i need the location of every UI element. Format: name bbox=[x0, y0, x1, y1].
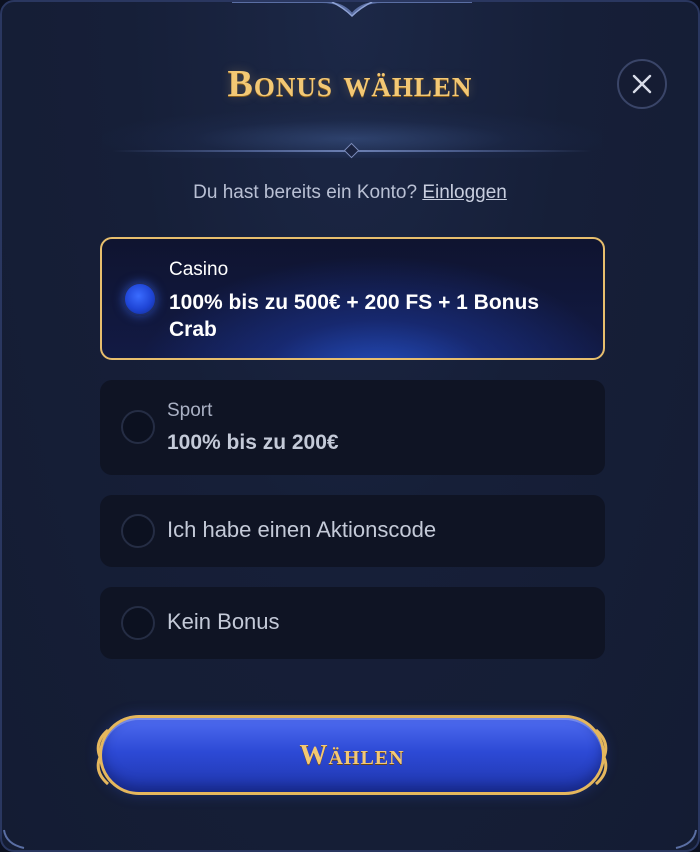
close-icon bbox=[632, 74, 652, 94]
close-button[interactable] bbox=[617, 59, 667, 109]
bonus-option-sport[interactable]: Sport 100% bis zu 200€ bbox=[100, 380, 605, 475]
top-ornament-icon bbox=[232, 2, 472, 18]
modal-title: Bonus wählen bbox=[227, 63, 473, 105]
bonus-option-no-bonus[interactable]: Kein Bonus bbox=[100, 587, 605, 659]
option-description: 100% bis zu 500€ + 200 FS + 1 Bonus Crab bbox=[169, 291, 540, 341]
login-prompt-text: Du hast bereits ein Konto? bbox=[193, 182, 418, 203]
corner-ornament-icon bbox=[3, 829, 25, 849]
option-description: 100% bis zu 200€ bbox=[167, 431, 339, 454]
submit-button[interactable]: Wählen bbox=[96, 715, 608, 795]
bonus-option-promo-code[interactable]: Ich habe einen Aktionscode bbox=[100, 495, 605, 567]
corner-ornament-icon bbox=[675, 829, 697, 849]
bonus-modal: Bonus wählen Du hast bereits ein Konto? … bbox=[0, 0, 700, 852]
submit-button-label: Wählen bbox=[299, 740, 405, 771]
radio-unselected[interactable] bbox=[121, 514, 155, 548]
option-category: Casino bbox=[169, 259, 229, 280]
bonus-option-casino[interactable]: Casino 100% bis zu 500€ + 200 FS + 1 Bon… bbox=[100, 237, 605, 360]
radio-unselected[interactable] bbox=[121, 606, 155, 640]
radio-selected[interactable] bbox=[123, 282, 157, 316]
option-label: Kein Bonus bbox=[167, 609, 280, 634]
radio-unselected[interactable] bbox=[121, 410, 155, 444]
login-link[interactable]: Einloggen bbox=[422, 182, 507, 203]
option-category: Sport bbox=[167, 400, 213, 421]
login-prompt: Du hast bereits ein Konto? Einloggen bbox=[2, 182, 698, 204]
option-label: Ich habe einen Aktionscode bbox=[167, 517, 437, 542]
